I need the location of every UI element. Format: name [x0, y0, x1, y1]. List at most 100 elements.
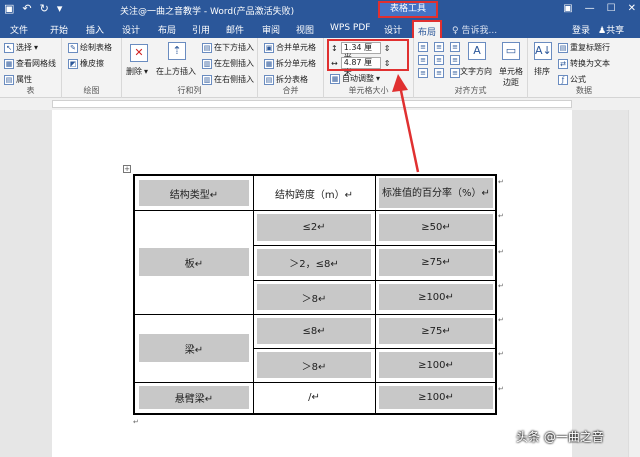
value-cell[interactable]: ≥50↵ — [379, 214, 493, 241]
delete-button[interactable]: 删除 ▾ — [126, 66, 148, 77]
eraser-button[interactable]: ◩ 橡皮擦 — [68, 58, 104, 69]
align-bottom-center-icon[interactable]: ≡ — [434, 68, 444, 78]
tab-review[interactable]: 审阅 — [262, 23, 280, 36]
header-structure-type[interactable]: 结构类型↵ — [139, 180, 249, 206]
type-cell-slab[interactable]: 板↵ — [139, 248, 249, 276]
login-button[interactable]: 登录 — [572, 23, 590, 36]
text-direction-button[interactable]: 文字方向 — [460, 66, 492, 77]
convert-to-text-button[interactable]: ⇄ 转换为文本 — [558, 58, 610, 69]
align-top-center-icon[interactable]: ≡ — [434, 42, 444, 52]
align-middle-left-icon[interactable]: ≡ — [418, 55, 428, 65]
type-cell-beam[interactable]: 梁↵ — [139, 334, 249, 362]
customize-icon[interactable]: ▾ — [57, 2, 63, 15]
column-divider — [375, 176, 376, 413]
gridlines-icon: ▦ — [4, 58, 14, 69]
document-title: 关注@一曲之音教学 - Word(产品激活失败) — [120, 7, 295, 17]
align-middle-right-icon[interactable]: ≡ — [450, 55, 460, 65]
align-bottom-right-icon[interactable]: ≡ — [450, 68, 460, 78]
type-cell-cantilever[interactable]: 悬臂梁↵ — [139, 386, 249, 409]
row-end-mark: ↵ — [498, 316, 504, 324]
redo-icon[interactable]: ↻ — [40, 2, 49, 15]
span-cell[interactable]: ≤2↵ — [257, 214, 371, 241]
group-label-cell-size: 单元格大小 — [348, 86, 389, 95]
span-cell[interactable]: ＞8↵ — [257, 284, 371, 310]
tab-wps-pdf[interactable]: WPS PDF — [330, 23, 370, 33]
ribbon-options-icon[interactable]: ▣ — [563, 3, 572, 14]
save-icon[interactable]: ▣ — [4, 2, 14, 15]
tab-design[interactable]: 设计 — [122, 23, 140, 36]
text-direction-icon[interactable]: A — [468, 42, 486, 60]
split-cells-button[interactable]: ▦ 拆分单元格 — [264, 58, 316, 69]
delete-table-icon[interactable]: ✕ — [130, 44, 148, 62]
sort-button[interactable]: 排序 — [534, 66, 550, 77]
undo-icon[interactable]: ↶ — [22, 2, 31, 15]
insert-above-button[interactable]: 在上方插入 — [156, 66, 196, 77]
group-label-table: 表 — [26, 86, 35, 95]
share-button[interactable]: ♟共享 — [598, 23, 624, 36]
header-structure-span[interactable]: 结构跨度（m）↵ — [257, 180, 371, 206]
minimize-icon[interactable]: — — [585, 3, 595, 14]
tab-insert[interactable]: 插入 — [86, 23, 104, 36]
group-label-data: 数据 — [576, 86, 592, 95]
row-end-mark: ↵ — [498, 385, 504, 393]
merge-cells-button[interactable]: ▣ 合并单元格 — [264, 42, 316, 53]
ruler — [0, 98, 640, 110]
watermark: 头条 @一曲之音 — [516, 430, 604, 444]
alignment-grid: ≡ ≡ ≡ ≡ ≡ ≡ ≡ ≡ ≡ — [418, 42, 463, 78]
tab-layout-page[interactable]: 布局 — [158, 23, 176, 36]
tab-mailings[interactable]: 邮件 — [226, 23, 244, 36]
tab-view[interactable]: 视图 — [296, 23, 314, 36]
tab-table-layout[interactable]: 布局 — [412, 20, 443, 38]
view-gridlines-button[interactable]: ▦ 查看网格线 — [4, 58, 56, 69]
tab-file[interactable]: 文件 — [10, 23, 28, 36]
group-label-alignment: 对齐方式 — [454, 86, 487, 95]
span-cell[interactable]: ＞2，≤8↵ — [257, 249, 371, 276]
close-icon[interactable]: ✕ — [628, 3, 636, 14]
formula-button[interactable]: ƒ 公式 — [558, 74, 586, 85]
insert-right-icon: ▥ — [202, 74, 212, 85]
tab-home[interactable]: 开始 — [50, 23, 68, 36]
align-center-icon[interactable]: ≡ — [434, 55, 444, 65]
insert-above-icon[interactable]: ⇡ — [168, 42, 186, 60]
align-bottom-left-icon[interactable]: ≡ — [418, 68, 428, 78]
group-alignment: ≡ ≡ ≡ ≡ ≡ ≡ ≡ ≡ ≡ A 文字方向 ▭ 单元格边距 对齐方式 — [414, 38, 528, 98]
title-bar: ▣ ↶ ↻ ▾ 关注@一曲之音教学 - Word(产品激活失败) 表格工具 ▣ … — [0, 0, 640, 20]
quick-access-toolbar: ▣ ↶ ↻ ▾ — [4, 2, 62, 15]
column-divider — [253, 176, 254, 413]
cell-margins-icon[interactable]: ▭ — [502, 42, 520, 60]
properties-button[interactable]: ▤ 属性 — [4, 74, 32, 85]
tab-references[interactable]: 引用 — [192, 23, 210, 36]
insert-right-button[interactable]: ▥ 在右侧插入 — [202, 74, 254, 85]
insert-below-icon: ▤ — [202, 42, 212, 53]
draw-table-button[interactable]: ✎ 绘制表格 — [68, 42, 112, 53]
paragraph-mark: ↵ — [133, 418, 139, 426]
split-table-button[interactable]: ▤ 拆分表格 — [264, 74, 308, 85]
repeat-header-icon: ▤ — [558, 42, 568, 53]
header-percentage[interactable]: 标准值的百分率（%）↵ — [379, 178, 493, 208]
tell-me-search[interactable]: ♀ 告诉我... — [452, 23, 497, 36]
select-button[interactable]: ↖ 选择 ▾ — [4, 42, 38, 53]
span-cell[interactable]: /↵ — [257, 386, 371, 409]
span-cell[interactable]: ≤8↵ — [257, 318, 371, 344]
autofit-button[interactable]: ▦ 自动调整 ▾ — [330, 73, 380, 84]
repeat-header-button[interactable]: ▤ 重复标题行 — [558, 42, 610, 53]
tab-table-design[interactable]: 设计 — [384, 23, 402, 36]
align-top-left-icon[interactable]: ≡ — [418, 42, 428, 52]
span-cell[interactable]: ＞8↵ — [257, 352, 371, 378]
table-move-handle-icon[interactable]: + — [123, 165, 131, 173]
align-top-right-icon[interactable]: ≡ — [450, 42, 460, 52]
value-cell[interactable]: ≥75↵ — [379, 318, 493, 344]
value-cell[interactable]: ≥75↵ — [379, 249, 493, 276]
formula-icon: ƒ — [558, 74, 568, 85]
sort-icon[interactable]: A↓ — [534, 42, 552, 60]
value-cell[interactable]: ≥100↵ — [379, 352, 493, 378]
insert-below-button[interactable]: ▤ 在下方插入 — [202, 42, 254, 53]
value-cell[interactable]: ≥100↵ — [379, 284, 493, 310]
insert-left-button[interactable]: ▥ 在左侧插入 — [202, 58, 254, 69]
vertical-scrollbar[interactable] — [628, 110, 640, 457]
row-end-mark: ↵ — [498, 282, 504, 290]
value-cell[interactable]: ≥100↵ — [379, 386, 493, 409]
ruler-bar — [52, 100, 572, 108]
maximize-icon[interactable]: ☐ — [607, 3, 616, 14]
group-data: A↓ 排序 ▤ 重复标题行 ⇄ 转换为文本 ƒ 公式 数据 — [528, 38, 640, 98]
